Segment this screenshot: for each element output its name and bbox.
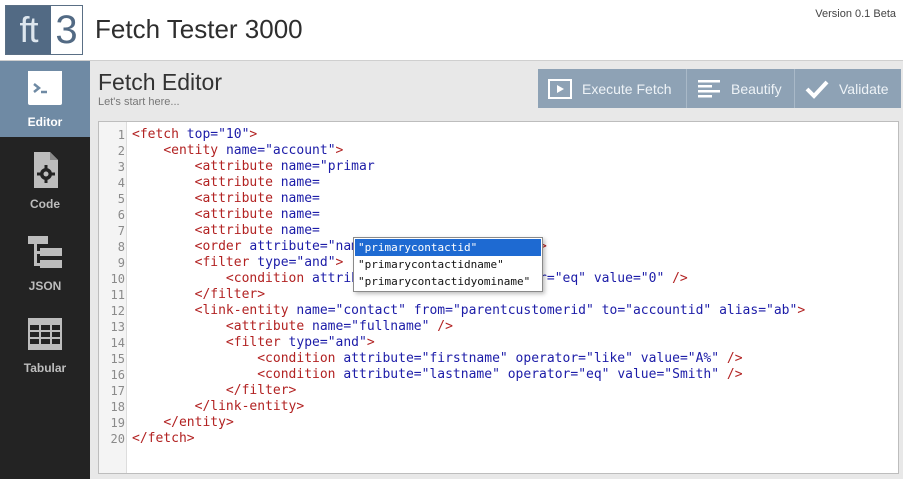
autocomplete-item[interactable]: "primarycontactid": [355, 239, 541, 256]
code-line: 19 </entity>: [99, 415, 898, 431]
line-number: 12: [110, 304, 125, 318]
sidebar-item-code[interactable]: Code: [0, 143, 90, 219]
code-line: 16 <condition attribute="lastname" opera…: [99, 367, 898, 383]
code-text: <attribute name="primar: [194, 159, 375, 174]
code-line: 18 </link-entity>: [99, 399, 898, 415]
code-line: 15 <condition attribute="firstname" oper…: [99, 351, 898, 367]
code-text: <attribute name=: [194, 223, 320, 238]
code-text: </fetch>: [132, 431, 195, 446]
sidebar-item-label: JSON: [28, 279, 62, 293]
code-line: 20 </fetch>: [99, 431, 898, 447]
code-line: 4 <attribute name=: [99, 175, 898, 191]
validate-button[interactable]: Validate: [795, 69, 901, 108]
beautify-button[interactable]: Beautify: [687, 69, 795, 108]
line-number: 7: [117, 224, 125, 238]
line-number: 6: [117, 208, 125, 222]
line-number: 15: [110, 352, 125, 366]
line-number: 5: [117, 192, 125, 206]
code-line: 1 <fetch top="10">: [99, 127, 898, 143]
code-text: <attribute name=: [194, 207, 320, 222]
line-number: 14: [110, 336, 125, 350]
sidebar-item-label: Tabular: [23, 361, 67, 375]
json-tree-icon: [28, 236, 62, 268]
code-text: </entity>: [163, 415, 234, 430]
code-text: <filter type="and">: [194, 255, 344, 270]
code-text: <fetch top="10">: [132, 127, 258, 142]
beautify-label: Beautify: [731, 80, 782, 97]
app-header: ft 3 Fetch Tester 3000 Version 0.1 Beta: [0, 0, 903, 61]
align-lines-icon: [698, 79, 720, 97]
version-label: Version 0.1 Beta: [815, 8, 896, 20]
code-editor[interactable]: 1 <fetch top="10"> 2 <entity name="account…: [98, 121, 899, 474]
line-number: 10: [110, 272, 125, 286]
terminal-icon: [28, 71, 62, 105]
editor-toolbar: Execute Fetch Beautify Validate: [538, 69, 901, 108]
code-line: 17 </filter>: [99, 383, 898, 399]
line-number: 1: [117, 128, 125, 142]
validate-label: Validate: [839, 80, 889, 97]
sidebar-item-label: Editor: [27, 115, 63, 129]
code-text: <filter type="and">: [225, 335, 375, 350]
autocomplete-item[interactable]: "primarycontactidname": [355, 256, 541, 273]
line-number: 9: [117, 256, 125, 270]
sidebar-item-editor[interactable]: Editor: [0, 61, 90, 137]
app-logo: ft 3: [5, 5, 83, 55]
line-number: 19: [110, 416, 125, 430]
page-subtitle: Let's start here...: [98, 96, 180, 108]
code-text: <attribute name=: [194, 175, 320, 190]
logo-ft-text: ft: [6, 6, 51, 54]
code-text: <condition attribute="lastname" operator…: [257, 367, 743, 382]
sidebar-item-tabular[interactable]: Tabular: [0, 307, 90, 383]
sidebar-item-label: Code: [30, 197, 60, 211]
line-number: 3: [117, 160, 125, 174]
code-text: <attribute name=: [194, 191, 320, 206]
page-title: Fetch Editor: [98, 69, 222, 95]
code-line: 2 <entity name="account">: [99, 143, 898, 159]
code-line: 13 <attribute name="fullname" />: [99, 319, 898, 335]
line-number: 16: [110, 368, 125, 382]
execute-fetch-label: Execute Fetch: [582, 80, 672, 97]
code-text: </link-entity>: [194, 399, 305, 414]
code-line: 14 <filter type="and">: [99, 335, 898, 351]
main-panel: Fetch Editor Let's start here... Execute…: [90, 61, 903, 479]
line-number: 20: [110, 432, 125, 446]
line-number: 17: [110, 384, 125, 398]
logo-number: 3: [55, 8, 78, 52]
code-text: <condition attribute="firstname" operato…: [257, 351, 743, 366]
autocomplete-popup: "primarycontactid" "primarycontactidname…: [353, 237, 543, 292]
line-number: 4: [117, 176, 125, 190]
sidebar-item-json[interactable]: JSON: [0, 225, 90, 301]
line-number: 2: [117, 144, 125, 158]
line-number: 8: [117, 240, 125, 254]
line-number: 11: [110, 288, 125, 302]
line-number: 13: [110, 320, 125, 334]
play-icon: [548, 78, 572, 99]
code-line: 3 <attribute name="primar: [99, 159, 898, 175]
code-text: <link-entity name="contact" from="parent…: [194, 303, 806, 318]
execute-fetch-button[interactable]: Execute Fetch: [538, 69, 687, 108]
checkmark-icon: [805, 80, 829, 99]
autocomplete-item[interactable]: "primarycontactidyominame": [355, 273, 541, 290]
code-text: </filter>: [194, 287, 266, 302]
code-file-icon: [34, 152, 58, 188]
app-title: Fetch Tester 3000: [95, 14, 303, 44]
code-line: 6 <attribute name=: [99, 207, 898, 223]
line-number: 18: [110, 400, 125, 414]
sidebar: Editor Code JSON Tabular: [0, 61, 90, 479]
code-line: 12 <link-entity name="contact" from="par…: [99, 303, 898, 319]
code-text: </filter>: [225, 383, 297, 398]
code-text: <entity name="account">: [163, 143, 344, 158]
code-line: 5 <attribute name=: [99, 191, 898, 207]
code-text: <attribute name="fullname" />: [225, 319, 453, 334]
table-grid-icon: [28, 318, 62, 350]
